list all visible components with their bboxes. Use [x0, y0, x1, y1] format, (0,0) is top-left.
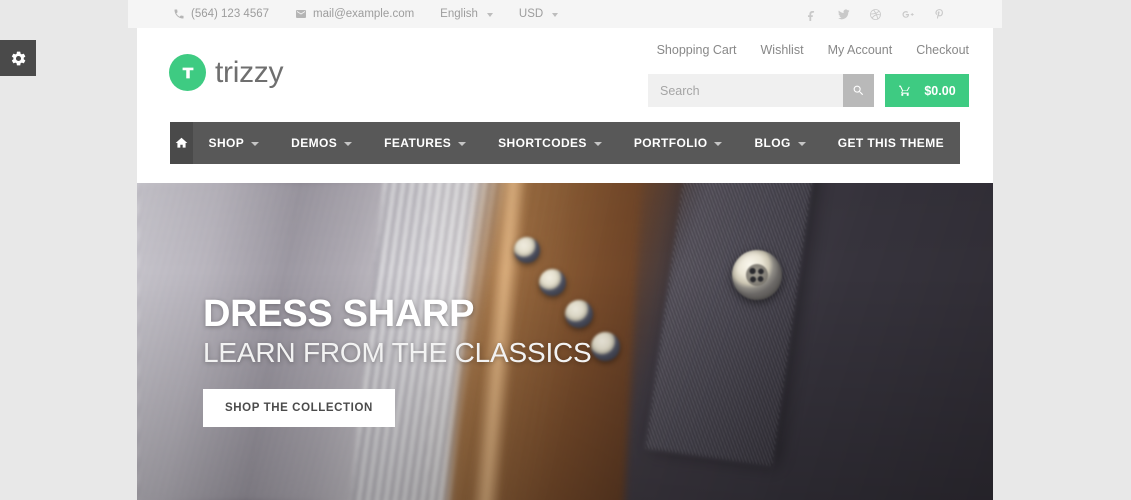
nav-label-blog: BLOG — [754, 136, 791, 150]
chevron-down-icon — [486, 13, 493, 17]
header-account-links: Shopping Cart Wishlist My Account Checko… — [657, 43, 969, 57]
top-bar: (564) 123 4567 mail@example.com English … — [128, 0, 1002, 28]
nav-label-shop: SHOP — [208, 136, 245, 150]
link-my-account[interactable]: My Account — [828, 43, 893, 57]
chevron-down-icon — [797, 142, 806, 146]
language-label: English — [440, 8, 478, 20]
chevron-down-icon — [714, 142, 723, 146]
search-and-cart: $0.00 — [648, 74, 969, 107]
nav-item-portfolio[interactable]: PORTFOLIO — [618, 122, 739, 164]
site-logo[interactable]: trizzy — [169, 54, 284, 91]
currency-selector[interactable]: USD — [518, 8, 559, 20]
googleplus-icon[interactable] — [901, 8, 914, 21]
chevron-down-icon — [458, 142, 467, 146]
chevron-down-icon — [344, 142, 353, 146]
phone-icon — [173, 8, 185, 20]
nav-item-home[interactable] — [170, 122, 193, 164]
cart-total-amount: $0.00 — [924, 83, 956, 98]
nav-label-get-this-theme: GET THIS THEME — [837, 136, 944, 150]
language-selector[interactable]: English — [440, 8, 493, 20]
dribbble-icon[interactable] — [869, 8, 882, 21]
logo-mark-icon — [169, 54, 206, 91]
facebook-icon[interactable] — [805, 8, 818, 21]
phone-info: (564) 123 4567 — [173, 8, 269, 20]
email-address: mail@example.com — [313, 8, 415, 20]
phone-number: (564) 123 4567 — [191, 8, 270, 20]
cart-button[interactable]: $0.00 — [885, 74, 969, 107]
pinterest-icon[interactable] — [933, 8, 946, 21]
top-bar-left: (564) 123 4567 mail@example.com English … — [128, 8, 584, 20]
nav-item-features[interactable]: FEATURES — [368, 122, 482, 164]
nav-label-portfolio: PORTFOLIO — [633, 136, 708, 150]
hero-banner: DRESS SHARP LEARN FROM THE CLASSICS SHOP… — [137, 183, 993, 500]
nav-label-demos: DEMOS — [291, 136, 338, 150]
nav-label-shortcodes: SHORTCODES — [498, 136, 587, 150]
chevron-down-icon — [593, 142, 602, 146]
link-shopping-cart[interactable]: Shopping Cart — [657, 43, 737, 57]
brand-name: trizzy — [215, 55, 284, 89]
gear-icon — [10, 50, 27, 67]
link-wishlist[interactable]: Wishlist — [761, 43, 804, 57]
settings-tab-button[interactable] — [0, 40, 36, 76]
search-input[interactable] — [648, 74, 843, 107]
site-header: trizzy Shopping Cart Wishlist My Account… — [137, 28, 993, 122]
email-info[interactable]: mail@example.com — [295, 8, 414, 20]
search-icon — [852, 84, 865, 97]
nav-item-shortcodes[interactable]: SHORTCODES — [482, 122, 618, 164]
envelope-icon — [295, 8, 307, 20]
main-navigation: SHOP DEMOS FEATURES SHORTCODES PORTFOLIO… — [170, 122, 960, 164]
home-icon — [174, 136, 189, 150]
link-checkout[interactable]: Checkout — [916, 43, 969, 57]
chevron-down-icon — [552, 13, 559, 17]
nav-item-blog[interactable]: BLOG — [738, 122, 821, 164]
nav-item-shop[interactable]: SHOP — [193, 122, 276, 164]
chevron-down-icon — [251, 142, 260, 146]
search-submit-button[interactable] — [843, 74, 874, 107]
hero-content: DRESS SHARP LEARN FROM THE CLASSICS SHOP… — [203, 293, 592, 427]
nav-item-demos[interactable]: DEMOS — [275, 122, 368, 164]
shop-the-collection-button[interactable]: SHOP THE COLLECTION — [203, 388, 395, 427]
hero-subtitle: LEARN FROM THE CLASSICS — [203, 336, 592, 368]
currency-label: USD — [518, 8, 544, 20]
nav-item-get-this-theme[interactable]: GET THIS THEME — [822, 122, 960, 164]
hero-title: DRESS SHARP — [203, 293, 475, 335]
twitter-icon[interactable] — [837, 8, 850, 21]
page-container: (564) 123 4567 mail@example.com English … — [128, 0, 1002, 500]
social-links — [805, 8, 1002, 21]
shopping-cart-icon — [898, 84, 912, 97]
nav-label-features: FEATURES — [384, 136, 452, 150]
